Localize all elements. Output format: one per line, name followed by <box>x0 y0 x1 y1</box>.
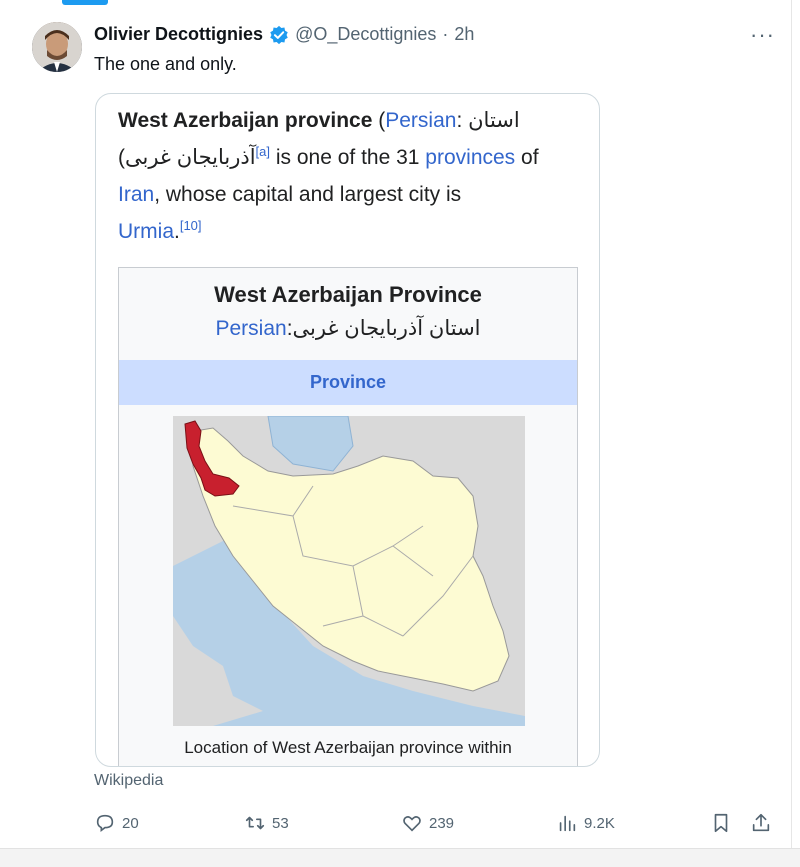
reply-count: 20 <box>122 814 139 832</box>
share-icon <box>752 813 770 832</box>
more-icon[interactable]: ··· <box>750 22 775 48</box>
tweet-text: The one and only. <box>94 54 237 74</box>
repost-icon <box>245 816 265 830</box>
persian-text: : استان <box>456 109 520 132</box>
views-icon <box>559 815 576 832</box>
iran-location-map <box>173 416 525 726</box>
bookmark-button[interactable] <box>710 812 732 834</box>
article-title: West Azerbaijan province <box>118 109 373 132</box>
of-text: of <box>515 146 539 169</box>
like-count: 239 <box>429 814 455 832</box>
author-name[interactable]: Olivier Decottignies <box>94 24 263 45</box>
right-border <box>791 0 792 866</box>
infobox-type-header: Province <box>119 360 577 405</box>
author-row: Olivier Decottignies @O_Decottignies · 2… <box>94 24 474 45</box>
view-count: 9.2K <box>584 814 615 832</box>
action-bar: 20 53 239 9.2K <box>94 812 774 836</box>
persian-link[interactable]: Persian <box>385 109 456 132</box>
mid-text: is one of the 31 <box>270 146 426 169</box>
reply-button[interactable]: 20 <box>94 812 139 834</box>
reply-icon <box>96 814 114 832</box>
avatar-image <box>32 22 82 72</box>
paren: ( <box>372 109 386 132</box>
top-accent-bar <box>62 0 108 5</box>
infobox: West Azerbaijan Province Persian:استان آ… <box>118 267 578 766</box>
avatar[interactable] <box>32 22 82 72</box>
iran-link[interactable]: Iran <box>118 183 154 206</box>
like-icon <box>403 816 421 832</box>
map-caption: Location of West Azerbaijan province wit… <box>184 738 512 757</box>
provinces-link[interactable]: provinces <box>425 146 515 169</box>
image-card[interactable]: West Azerbaijan province (Persian: استان… <box>95 93 600 767</box>
card-source[interactable]: Wikipedia <box>94 772 163 790</box>
ref-10[interactable]: [10] <box>180 218 202 233</box>
wiki-intro: West Azerbaijan province (Persian: استان… <box>118 102 568 250</box>
like-button[interactable]: 239 <box>401 812 454 834</box>
repost-count: 53 <box>272 814 289 832</box>
author-handle[interactable]: @O_Decottignies <box>295 24 436 45</box>
persian-text-2: (آذربایجان غربی <box>118 146 256 169</box>
infobox-title: West Azerbaijan Province <box>214 282 482 307</box>
repost-button[interactable]: 53 <box>244 812 289 834</box>
share-button[interactable] <box>750 812 772 834</box>
bookmark-icon <box>714 813 728 833</box>
ref-a[interactable]: [a] <box>256 144 270 159</box>
infobox-persian-link[interactable]: Persian <box>215 317 286 340</box>
infobox-persian-name: :استان آذربایجان غربی <box>286 317 481 340</box>
timestamp[interactable]: 2h <box>454 24 474 45</box>
urmia-link[interactable]: Urmia <box>118 220 174 243</box>
dot-separator: · <box>442 24 449 44</box>
infobox-persian: Persian:استان آذربایجان غربی <box>119 316 577 341</box>
capital-text: , whose capital and largest city is <box>154 183 462 206</box>
views-button[interactable]: 9.2K <box>556 812 615 834</box>
next-post-edge <box>0 848 800 867</box>
verified-badge-icon <box>270 25 288 44</box>
